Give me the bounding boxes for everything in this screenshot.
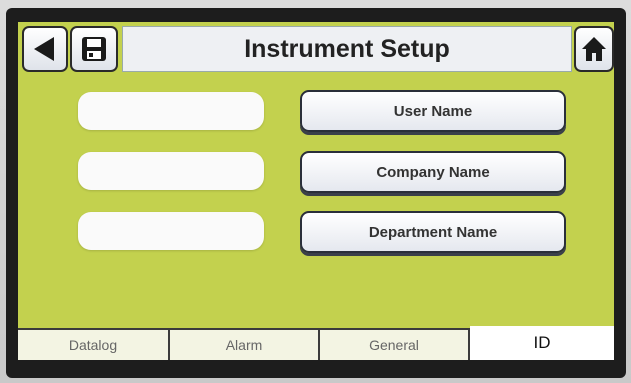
tab-general[interactable]: General (320, 328, 470, 360)
back-button[interactable] (22, 26, 68, 72)
save-button[interactable] (70, 26, 118, 72)
back-arrow-icon (34, 37, 54, 61)
department-name-button[interactable]: Department Name (300, 211, 566, 253)
department-name-field[interactable] (78, 212, 264, 250)
floppy-disk-icon (82, 37, 106, 61)
page-title: Instrument Setup (244, 34, 450, 63)
tab-bar: Datalog Alarm General ID (18, 326, 614, 360)
tab-alarm[interactable]: Alarm (170, 328, 320, 360)
user-name-button[interactable]: User Name (300, 90, 566, 132)
company-name-button[interactable]: Company Name (300, 151, 566, 193)
user-name-field[interactable] (78, 92, 264, 130)
tab-datalog[interactable]: Datalog (18, 328, 170, 360)
home-button[interactable] (574, 26, 614, 72)
home-icon (582, 37, 606, 61)
company-name-field[interactable] (78, 152, 264, 190)
touch-screen: Instrument Setup User Name Company Name … (18, 22, 614, 360)
tab-id[interactable]: ID (470, 326, 614, 360)
title-bar: Instrument Setup (122, 26, 572, 72)
